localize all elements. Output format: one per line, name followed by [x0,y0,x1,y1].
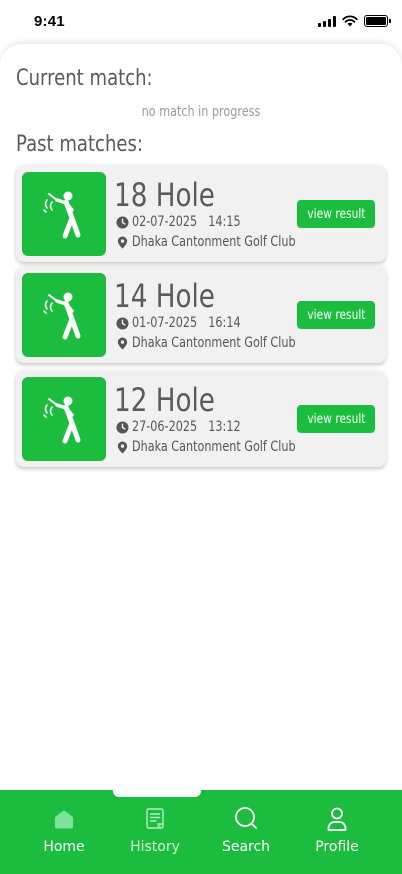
match-card[interactable]: 14 Hole 01-07-2025 16:14 Dhaka Cantonment… [16,266,386,363]
match-date: 27-06-2025 [132,419,198,435]
search-icon [233,806,259,832]
cellular-signal-icon [318,15,336,27]
location-pin-icon [117,336,128,350]
view-result-button[interactable]: view result [297,301,375,329]
nav-item-profile[interactable]: Profile [297,806,377,866]
match-thumbnail [22,172,106,256]
match-card[interactable]: 12 Hole 27-06-2025 13:12 Dhaka Cantonment… [16,370,386,467]
nav-label-search: Search [221,839,271,855]
nav-label-profile: Profile [315,839,359,855]
clock-icon [116,420,129,434]
golfer-icon [43,191,81,239]
history-icon [142,806,168,832]
match-date: 01-07-2025 [132,315,198,331]
match-location-text: Dhaka Cantonment Golf Club [132,335,296,351]
location-pin-icon [117,235,128,249]
view-result-label: view result [306,411,366,427]
match-date: 02-07-2025 [132,214,198,230]
nav-item-home[interactable]: Home [24,806,104,866]
view-result-label: view result [306,307,366,323]
wifi-icon [342,15,358,27]
match-title: 14 Hole [114,277,215,315]
match-location-text: Dhaka Cantonment Golf Club [132,439,296,455]
battery-icon [364,15,391,27]
status-icons [318,15,391,27]
match-location: Dhaka Cantonment Golf Club [116,439,336,455]
match-thumbnail [22,273,106,357]
match-time: 13:12 [208,419,241,435]
profile-icon [324,806,350,832]
current-match-heading: Current match: [16,66,153,91]
match-location: Dhaka Cantonment Golf Club [116,234,336,250]
status-bar: 9:41 [0,0,402,44]
nav-label-history: History [130,839,180,855]
match-title: 18 Hole [114,176,215,214]
clock-icon [116,215,129,229]
view-result-button[interactable]: view result [297,200,375,228]
location-pin-icon [117,440,128,454]
view-result-label: view result [306,206,366,222]
match-datetime: 01-07-2025 16:14 [116,315,268,331]
past-matches-heading: Past matches: [16,132,143,157]
match-location-text: Dhaka Cantonment Golf Club [132,234,296,250]
golfer-icon [43,396,81,444]
match-datetime: 27-06-2025 13:12 [116,419,268,435]
home-icon [51,806,77,832]
match-card[interactable]: 18 Hole 02-07-2025 14:15 Dhaka Cantonment… [16,165,386,262]
match-time: 14:15 [208,214,241,230]
no-match-message: no match in progress [141,104,261,120]
nav-item-history[interactable]: History [115,806,195,866]
golfer-icon [43,292,81,340]
status-time: 9:41 [34,13,65,30]
match-thumbnail [22,377,106,461]
match-time: 16:14 [208,315,241,331]
match-datetime: 02-07-2025 14:15 [116,214,268,230]
match-location: Dhaka Cantonment Golf Club [116,335,336,351]
bottom-nav: Home History Search Profile [0,788,402,874]
nav-item-search[interactable]: Search [206,806,286,866]
clock-icon [116,316,129,330]
nav-label-home: Home [43,839,85,855]
match-title: 12 Hole [114,381,215,419]
active-tab-indicator [113,788,201,797]
view-result-button[interactable]: view result [297,405,375,433]
